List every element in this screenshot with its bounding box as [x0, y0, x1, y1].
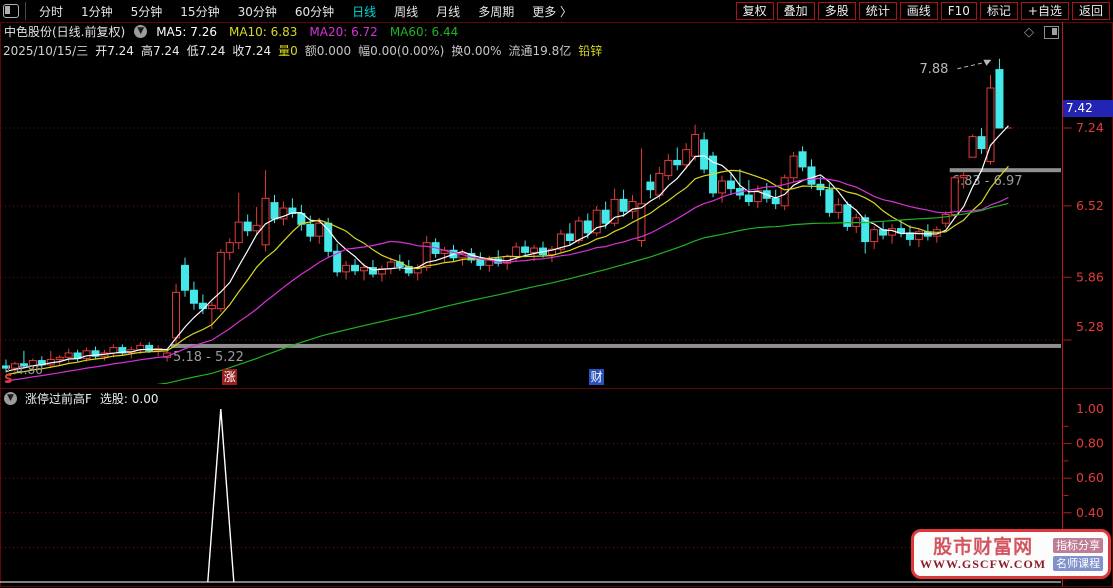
gap-label: 5.18 - 5.22 — [173, 350, 244, 365]
indicator-axis-label: 0.40 — [1076, 505, 1104, 520]
period-tab-5[interactable]: 60分钟 — [286, 3, 343, 20]
info-segment-3: 低7.24 — [186, 44, 226, 58]
period-tab-6[interactable]: 日线 — [343, 3, 385, 20]
info-segment-1: 开7.24 — [95, 44, 134, 58]
info-segment-10: 铅锌 — [578, 44, 603, 58]
toolbar-button-1[interactable]: 叠加 — [776, 2, 815, 20]
price-axis-label: 5.28 — [1076, 319, 1104, 334]
watermark-title: 股市财富网 — [933, 535, 1034, 558]
ma-line-60 — [156, 202, 1009, 384]
ma-legend-0: MA5: 7.26 — [156, 24, 217, 39]
watermark-badge-0: 指标分享 — [1053, 537, 1104, 553]
toolbar-button-8[interactable]: 返回 — [1071, 2, 1110, 20]
indicator-axis-label: 0.60 — [1076, 470, 1104, 485]
ma-line-5 — [5, 125, 1009, 372]
indicator-name[interactable]: 涨停过前高F — [25, 390, 92, 407]
period-tab-10[interactable]: 更多 〉 — [523, 3, 581, 20]
last-price-tag: 7.42 — [1063, 100, 1113, 118]
diamond-icon[interactable]: ◇ — [1024, 26, 1034, 39]
price-axis-label: 6.52 — [1076, 198, 1104, 213]
period-tab-0[interactable]: 分时 — [30, 3, 72, 20]
toolbar-button-5[interactable]: F10 — [940, 2, 977, 20]
ohlc-info-row: 2025/10/15/三 开7.24 高7.24 低7.24 收7.24 量0 额0.000… — [3, 42, 602, 59]
toolbar-button-6[interactable]: 标记 — [979, 2, 1018, 20]
period-tab-4[interactable]: 30分钟 — [229, 3, 286, 20]
chevron-down-icon[interactable]: ▼ — [4, 392, 17, 405]
toolbar-button-0[interactable]: 复权 — [735, 2, 774, 20]
toolbar: 分时 1分钟 5分钟 15分钟 30分钟 60分钟 日线 周线 月线 多周期 更多 〉 复权 叠加 多股… — [0, 0, 1113, 22]
high-price-label: 7.88 — [919, 62, 948, 77]
period-tab-8[interactable]: 月线 — [427, 3, 469, 20]
event-marker-1[interactable]: 涨 — [222, 369, 238, 385]
chevron-down-icon[interactable]: ▼ — [134, 25, 148, 38]
indicator-axis-label: 1.00 — [1076, 401, 1104, 416]
chart-corner-icons: ◇ — [1024, 26, 1059, 39]
info-segment-9: 流通19.8亿 — [508, 44, 572, 58]
window-panel-icon[interactable] — [3, 4, 19, 18]
ma-legend-1: MA10: 6.83 — [228, 24, 298, 39]
toolbar-button-4[interactable]: 画线 — [899, 2, 938, 20]
watermark-card: 股市财富网 WWW.GSCFW.COM 指标分享名师课程 — [911, 529, 1111, 579]
toolbar-button-3[interactable]: 统计 — [858, 2, 897, 20]
watermark-url: WWW.GSCFW.COM — [920, 556, 1047, 571]
watermark-badge-1: 名师课程 — [1053, 555, 1104, 571]
chart-header-row: 中色股份(日线.前复权) ▼ MA5: 7.26 MA10: 6.83 MA20: … — [4, 23, 459, 40]
price-axis-label: 5.86 — [1076, 269, 1104, 284]
sell-marker[interactable]: S — [4, 372, 13, 386]
period-tab-9[interactable]: 多周期 — [469, 3, 523, 20]
grid-layer: 7.24 6.52 5.86 5.28 1.00 0.80 0.60 0.40 — [1, 120, 1104, 548]
toolbar-button-2[interactable]: 多股 — [817, 2, 856, 20]
info-segment-2: 高7.24 — [140, 44, 180, 58]
indicator-header: ▼ 涨停过前高F 选股: 0.00 — [4, 390, 158, 407]
ma-legend-3: MA60: 6.44 — [389, 24, 459, 39]
stock-app-window: 7.24 6.52 5.86 5.28 1.00 0.80 0.60 0.40 5.18 - 5… — [0, 0, 1113, 588]
price-chart: 7.24 6.52 5.86 5.28 1.00 0.80 0.60 0.40 5.18 - 5… — [0, 22, 1113, 587]
info-segment-8: 换0.00% — [451, 44, 502, 58]
signal-spike — [207, 408, 235, 583]
indicator-param: 选股: 0.00 — [99, 392, 159, 406]
period-tab-7[interactable]: 周线 — [385, 3, 427, 20]
price-axis-label: 7.24 — [1076, 120, 1104, 135]
period-tab-3[interactable]: 15分钟 — [171, 3, 228, 20]
toolbar-divider — [25, 2, 26, 20]
period-tab-1[interactable]: 1分钟 — [72, 3, 122, 20]
info-segment-6: 额0.000 — [304, 44, 352, 58]
period-tab-2[interactable]: 5分钟 — [122, 3, 172, 20]
indicator-axis-label: 0.80 — [1076, 436, 1104, 451]
ma-line-10 — [5, 165, 1009, 376]
candles-layer — [2, 58, 1012, 375]
gap-label-left: 4.86 — [16, 363, 43, 377]
info-segment-4: 收7.24 — [232, 44, 272, 58]
split-window-icon[interactable] — [1044, 26, 1059, 39]
ma-legend-2: MA20: 6.72 — [309, 24, 378, 39]
info-segment-0: 2025/10/15/三 — [3, 44, 89, 58]
info-segment-5: 量0 — [278, 44, 298, 58]
toolbar-button-7[interactable]: +自选 — [1020, 2, 1069, 20]
info-segment-7: 幅0.00(0.00%) — [358, 44, 445, 58]
event-marker-2[interactable]: 财 — [589, 369, 605, 385]
stock-title[interactable]: 中色股份(日线.前复权) — [4, 23, 125, 40]
